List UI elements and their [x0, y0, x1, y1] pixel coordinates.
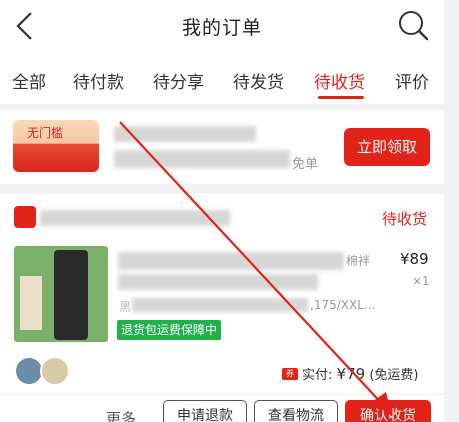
return-shipping-badge: 退货包运费保障中	[117, 320, 222, 340]
paid-label: 实付:	[302, 368, 333, 383]
top-bar: 我的订单	[0, 0, 444, 52]
product-image[interactable]	[14, 246, 108, 342]
active-tab-indicator	[318, 96, 364, 99]
paid-value: ¥79	[336, 365, 366, 383]
order-list-page: 我的订单 全部 待付款 待分享 待发货 待收货 评价 无门槛 免单 立即领取 待…	[0, 0, 459, 422]
order-status: 待收货	[382, 210, 428, 228]
coupon-free-text: 免单	[292, 157, 319, 172]
tab-all[interactable]: 全部	[12, 68, 46, 93]
product-price: ¥89	[400, 250, 429, 268]
tab-pending-share[interactable]: 待分享	[153, 68, 204, 93]
product-spec: ,175/XXL...	[310, 298, 376, 312]
shop-icon	[14, 206, 36, 228]
tab-pending-shipment[interactable]: 待发货	[233, 68, 284, 93]
tab-pending-receipt[interactable]: 待收货	[314, 68, 365, 93]
more-button[interactable]: 更多	[106, 408, 136, 422]
coupon-banner: 无门槛 免单 立即领取	[0, 110, 444, 184]
product-spec-head: 黑	[119, 300, 132, 314]
claim-coupon-button[interactable]: 立即领取	[344, 128, 430, 166]
shipping-note: (免运费)	[369, 368, 419, 383]
view-logistics-button[interactable]: 查看物流	[254, 400, 338, 422]
refund-button[interactable]: 申请退款	[163, 400, 247, 422]
order-card[interactable]: 待收货 棉袢 ¥89 ×1 黑 ,175/XXL... 退货包运费保障中 券 实…	[0, 194, 444, 422]
product-title-tail: 棉袢	[346, 254, 371, 268]
product-quantity: ×1	[412, 274, 430, 288]
coupon-ticket: 无门槛	[13, 120, 99, 172]
coupon-ticket-text: 无门槛	[27, 126, 64, 140]
order-tabs: 全部 待付款 待分享 待发货 待收货 评价	[0, 52, 444, 104]
blurred-shop-name	[40, 210, 230, 226]
blurred-product-title	[118, 252, 344, 270]
tab-pending-payment[interactable]: 待付款	[73, 68, 124, 93]
blurred-spec	[132, 298, 308, 312]
avatar	[40, 356, 70, 386]
confirm-receipt-button[interactable]: 确认收货	[345, 400, 431, 422]
divider	[0, 394, 444, 395]
search-icon[interactable]	[396, 8, 430, 42]
blurred-text	[114, 150, 290, 168]
paid-amount: 实付: ¥79 (免运费)	[302, 364, 418, 383]
group-avatars	[14, 356, 74, 386]
page-title: 我的订单	[181, 17, 262, 39]
blurred-product-title	[118, 274, 318, 290]
blurred-text	[114, 126, 256, 142]
tab-review[interactable]: 评价	[395, 68, 429, 93]
coupon-mark-icon: 券	[282, 368, 298, 380]
